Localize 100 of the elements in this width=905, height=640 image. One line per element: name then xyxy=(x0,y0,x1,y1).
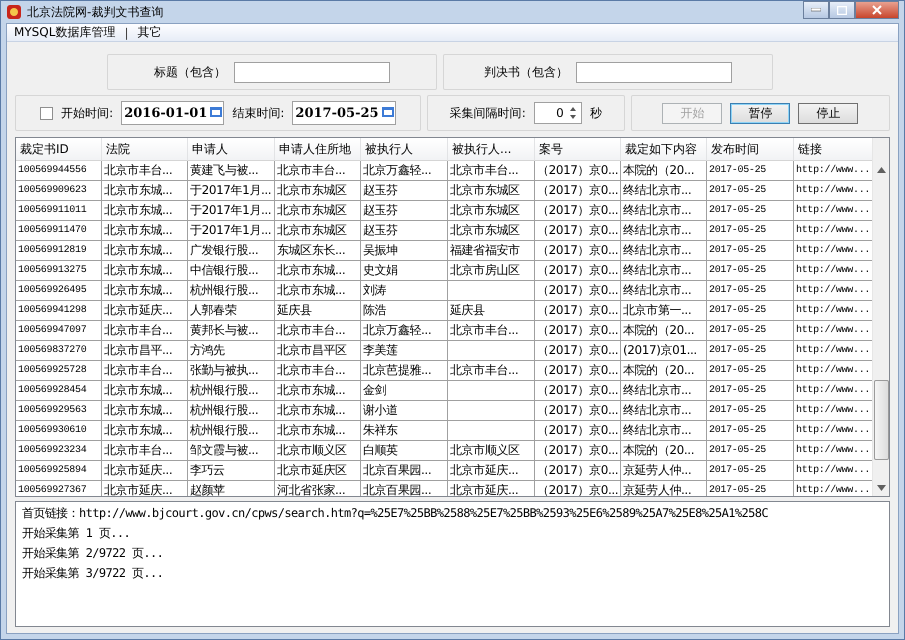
column-header[interactable]: 申请人 xyxy=(188,138,275,161)
scroll-down-icon[interactable] xyxy=(876,485,886,491)
table-cell: 北京市东城... xyxy=(102,181,188,201)
table-cell: 北京市丰台... xyxy=(448,321,535,341)
table-cell: 杭州银行股... xyxy=(188,281,275,301)
column-header[interactable]: 被执行人... xyxy=(448,138,535,161)
table-cell: 终结北京市... xyxy=(621,421,707,441)
table-cell: 北京市东城... xyxy=(275,421,361,441)
window-title: 北京法院网-裁判文书查询 xyxy=(27,4,164,20)
action-button[interactable]: 暂停 xyxy=(730,102,790,124)
table-cell: 北京市昌平区 xyxy=(275,341,361,361)
table-cell: （2017）京0... xyxy=(535,441,621,461)
table-cell: 北京市东城... xyxy=(102,421,188,441)
column-header[interactable]: 案号 xyxy=(535,138,621,161)
table-cell: 100569911470 xyxy=(16,221,102,241)
table-cell: 北京市延庆... xyxy=(102,301,188,321)
table-cell: 北京市昌平... xyxy=(102,341,188,361)
maximize-button[interactable] xyxy=(829,1,855,19)
table-cell: 李美莲 xyxy=(361,341,448,361)
table-cell: 100569913275 xyxy=(16,261,102,281)
log-line: 开始采集第 2/9722 页... xyxy=(22,545,164,562)
table-cell: 2017-05-25 xyxy=(707,201,794,221)
table-cell: 2017-05-25 xyxy=(707,461,794,481)
table-cell: 刘涛 xyxy=(361,281,448,301)
scroll-thumb[interactable] xyxy=(874,380,888,460)
table-cell: 赵玉芬 xyxy=(361,181,448,201)
table-cell: 100569909623 xyxy=(16,181,102,201)
column-header[interactable]: 发布时间 xyxy=(707,138,794,161)
table-cell: 北京万鑫轻... xyxy=(361,321,448,341)
table-cell: 北京市东城... xyxy=(275,381,361,401)
table-cell: 终结北京市... xyxy=(621,241,707,261)
table-cell: （2017）京0... xyxy=(535,161,621,181)
table-cell: 2017-05-25 xyxy=(707,161,794,181)
table-cell: 黄建飞与被... xyxy=(188,161,275,181)
table-cell: 北京市延庆... xyxy=(102,461,188,481)
menu-item[interactable]: MYSQL数据库管理 xyxy=(13,24,116,41)
table-cell: （2017）京0... xyxy=(535,361,621,381)
column-header[interactable]: 申请人住所地 xyxy=(275,138,361,161)
table-cell: 北京市延庆区 xyxy=(275,461,361,481)
table-cell: 2017-05-25 xyxy=(707,421,794,441)
table-cell: 邹文霞与被... xyxy=(188,441,275,461)
table-cell: 北京市东城... xyxy=(102,281,188,301)
interval-spinner[interactable]: 0 xyxy=(534,102,582,124)
column-header[interactable]: 裁定如下内容 xyxy=(621,138,707,161)
column-header[interactable]: 被执行人 xyxy=(361,138,448,161)
column-header[interactable]: 裁定书ID xyxy=(16,138,102,161)
filter-input[interactable] xyxy=(576,62,732,82)
table-cell: 杭州银行股... xyxy=(188,381,275,401)
table-cell: 100569911011 xyxy=(16,201,102,221)
table-cell: 陈浩 xyxy=(361,301,448,321)
interval-label: 采集间隔时间: xyxy=(450,104,526,122)
table-cell: 延庆县 xyxy=(448,301,535,321)
table-cell: 100569947097 xyxy=(16,321,102,341)
table-cell: 100569923234 xyxy=(16,441,102,461)
end-date-field[interactable]: 2017-05-25 xyxy=(292,101,396,125)
start-date-field[interactable]: 2016-01-01 xyxy=(121,101,224,125)
table-cell: 北京市顺义区 xyxy=(275,441,361,461)
table-cell: 北京市东城... xyxy=(102,241,188,261)
table-cell: (2017)京01... xyxy=(621,341,707,361)
table-cell: 北京市丰台... xyxy=(102,361,188,381)
table-cell: 于2017年1月... xyxy=(188,181,275,201)
table-cell: 本院的（20... xyxy=(621,361,707,381)
table-cell: （2017）京0... xyxy=(535,181,621,201)
date-checkbox[interactable] xyxy=(40,106,54,120)
table-cell: （2017）京0... xyxy=(535,281,621,301)
table-cell: 100569925728 xyxy=(16,361,102,381)
table-cell: 北京市东城区 xyxy=(448,201,535,221)
table-cell: 延庆县 xyxy=(275,301,361,321)
table-cell: 100569837270 xyxy=(16,341,102,361)
table-cell: 北京市丰台... xyxy=(275,361,361,381)
table-cell: 100569944556 xyxy=(16,161,102,181)
column-header[interactable]: 法院 xyxy=(102,138,188,161)
scrollbar[interactable] xyxy=(872,138,889,496)
table-cell: 福建省福安市 xyxy=(448,241,535,261)
table-cell: （2017）京0... xyxy=(535,401,621,421)
table-cell: 北京市丰台... xyxy=(102,321,188,341)
action-button[interactable]: 停止 xyxy=(798,102,858,124)
table-cell: 谢小道 xyxy=(361,401,448,421)
interval-unit: 秒 xyxy=(590,104,602,122)
table-cell: 2017-05-25 xyxy=(707,361,794,381)
table-cell: 2017-05-25 xyxy=(707,381,794,401)
table-cell: 2017-05-25 xyxy=(707,281,794,301)
table-cell: 北京市东城... xyxy=(275,401,361,421)
close-button[interactable] xyxy=(855,1,899,19)
scroll-up-icon[interactable] xyxy=(876,167,886,173)
table-cell: （2017）京0... xyxy=(535,221,621,241)
filter-input[interactable] xyxy=(234,62,390,82)
menu-item[interactable]: 其它 xyxy=(136,24,162,41)
start-label: 开始时间: xyxy=(61,104,114,122)
table-cell: 方鸿先 xyxy=(188,341,275,361)
table-cell: 终结北京市... xyxy=(621,181,707,201)
table-cell: （2017）京0... xyxy=(535,261,621,281)
table-cell: 白顺英 xyxy=(361,441,448,461)
table-cell: 赵玉芬 xyxy=(361,221,448,241)
filter-label: 标题（包含） xyxy=(154,64,226,80)
table-cell: 人郭春荣 xyxy=(188,301,275,321)
minimize-button[interactable] xyxy=(803,1,829,19)
table-cell: 黄邦长与被... xyxy=(188,321,275,341)
table-cell: 100569926495 xyxy=(16,281,102,301)
table-cell: 于2017年1月... xyxy=(188,221,275,241)
